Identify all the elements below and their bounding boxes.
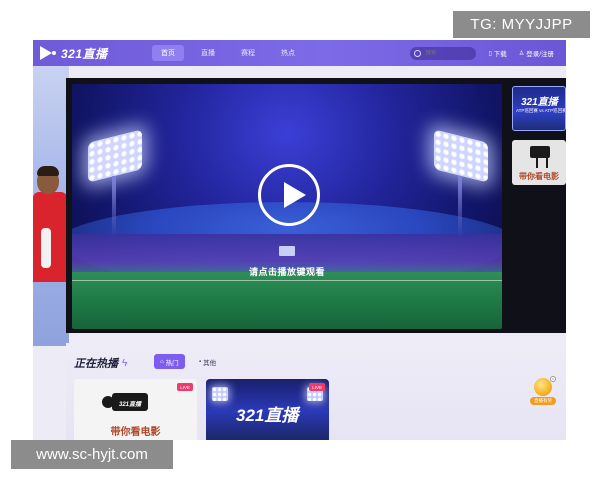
hot-section: 正在热播 ϟ ⌂ 热门 ▪ 其他 LIVE 321直播 带你看电影 LIVE 3… (66, 343, 566, 440)
fire-icon: ϟ (122, 357, 128, 369)
hero-banner-left (33, 66, 69, 346)
section-title: 正在热播 (74, 358, 118, 370)
footballer-image (33, 166, 67, 328)
play-button[interactable] (258, 164, 320, 226)
thumb-movie-text: 带你看电影 (519, 172, 559, 181)
reward-label: 直播有奖 (530, 397, 556, 405)
download-link[interactable]: ▯ 下载 (488, 48, 507, 59)
stream-card[interactable]: LIVE 321直播 带你看电影 (74, 379, 197, 440)
filter-hot-label: 热门 (165, 359, 179, 367)
card-logo: 321直播 (119, 402, 142, 408)
filter-other-button[interactable]: ▪ 其他 (193, 354, 222, 369)
nav-tab-hot[interactable]: 热点 (272, 45, 304, 61)
nav-tab-schedule[interactable]: 赛程 (232, 45, 264, 61)
play-icon (284, 182, 306, 208)
user-icon: ♙ (518, 50, 525, 57)
live-badge: LIVE (177, 383, 193, 391)
stream-card[interactable]: LIVE 321直播 (206, 379, 329, 440)
logo-text: 321直播 (61, 46, 108, 61)
grid-icon: ▪ (199, 358, 202, 365)
nav-tab-live[interactable]: 直播 (192, 45, 224, 61)
close-icon[interactable]: × (550, 376, 556, 382)
reward-widget[interactable]: × 直播有奖 (530, 376, 556, 408)
watermark-top: TG: MYYJJPP (453, 11, 590, 38)
download-label: 下载 (493, 51, 507, 58)
nav-right: ▯ 下载 ♙ 登录/注册 (410, 46, 554, 60)
nav-tab-home[interactable]: 首页 (152, 45, 184, 61)
download-icon: ▯ (488, 50, 492, 57)
card-movie-text: 带你看电影 (110, 427, 161, 438)
filter-other-label: 其他 (203, 359, 217, 367)
camera-icon (530, 146, 550, 168)
search-input[interactable] (425, 50, 474, 56)
home-icon: ⌂ (160, 358, 164, 365)
floodlight-icon (212, 387, 228, 401)
nav-tabs: 首页 直播 赛程 热点 (152, 45, 312, 61)
floodlight-left (88, 129, 142, 236)
video-panel: 请点击播放键观看 321直播 ATP巡回赛 vs ATP巡回赛 带你看电影 (66, 78, 566, 333)
filter-hot-button[interactable]: ⌂ 热门 (154, 354, 185, 369)
side-thumb-1[interactable]: 321直播 ATP巡回赛 vs ATP巡回赛 (512, 86, 566, 131)
play-hint: 请点击播放键观看 (248, 267, 325, 277)
site-logo[interactable]: 321直播 (40, 45, 140, 62)
logo-play-icon (40, 46, 56, 60)
live-badge: LIVE (309, 383, 325, 391)
side-thumb-2[interactable]: 带你看电影 (512, 140, 566, 185)
hot-header: 正在热播 ϟ (74, 355, 127, 371)
watermark-bottom: www.sc-hyjt.com (11, 440, 173, 469)
thumb-logo: 321直播 (521, 97, 558, 108)
thumb-caption: ATP巡回赛 vs ATP巡回赛 (516, 108, 566, 113)
login-link[interactable]: ♙ 登录/注册 (518, 48, 554, 59)
video-player[interactable]: 请点击播放键观看 (72, 84, 502, 329)
top-nav: 321直播 首页 直播 赛程 热点 ▯ 下载 ♙ 登录/注册 (33, 40, 566, 66)
app-window: 321直播 首页 直播 赛程 热点 ▯ 下载 ♙ 登录/注册 (33, 40, 566, 440)
search-box[interactable] (410, 46, 477, 60)
pitch-line (72, 280, 502, 281)
floodlight-right (434, 129, 488, 236)
login-label: 登录/注册 (526, 51, 554, 58)
card-logo: 321直播 (236, 406, 299, 425)
coin-icon (534, 378, 552, 396)
scoreboard (279, 246, 295, 256)
search-icon (414, 49, 422, 57)
